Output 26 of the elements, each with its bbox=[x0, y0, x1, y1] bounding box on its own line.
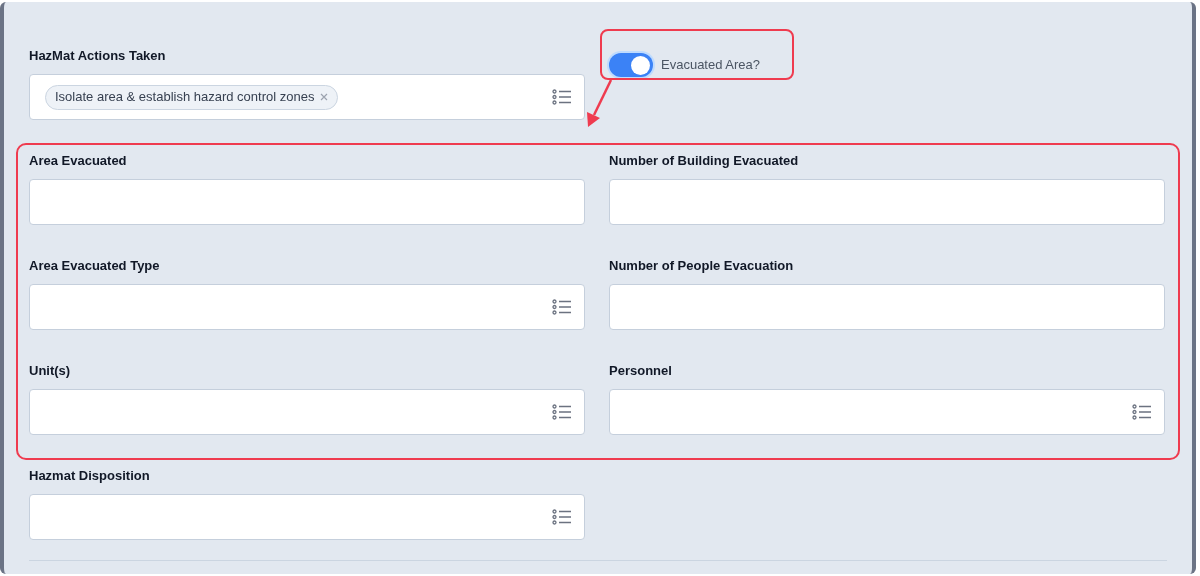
select-field[interactable] bbox=[29, 284, 585, 330]
list-icon[interactable] bbox=[552, 404, 572, 420]
field-label: Number of Building Evacuated bbox=[609, 152, 800, 170]
input-field[interactable] bbox=[29, 179, 585, 225]
toggle-switch[interactable] bbox=[609, 53, 653, 77]
field-label: Hazmat Disposition bbox=[29, 467, 151, 485]
list-icon[interactable] bbox=[552, 509, 572, 525]
list-icon[interactable] bbox=[1132, 404, 1152, 420]
select-field[interactable]: Isolate area & establish hazard control zones bbox=[29, 74, 585, 120]
toggle-label: Evacuated Area? bbox=[661, 56, 761, 75]
select-field[interactable] bbox=[29, 389, 585, 435]
tag-chip[interactable]: Isolate area & establish hazard control zones bbox=[45, 84, 339, 110]
select-field[interactable] bbox=[29, 494, 585, 540]
list-icon[interactable] bbox=[552, 89, 572, 105]
field-label: Personnel bbox=[609, 362, 673, 380]
field-label: Number of People Evacuation bbox=[609, 257, 795, 275]
list-icon[interactable] bbox=[552, 299, 572, 315]
close-icon[interactable] bbox=[320, 93, 329, 101]
field-label: Unit(s) bbox=[29, 362, 72, 380]
input-field[interactable] bbox=[609, 284, 1165, 330]
field-label: Area Evacuated bbox=[29, 152, 128, 170]
field-label: HazMat Actions Taken bbox=[29, 47, 167, 65]
arrow bbox=[584, 79, 614, 129]
input-field[interactable] bbox=[609, 179, 1165, 225]
field-label: Area Evacuated Type bbox=[29, 257, 161, 275]
select-field[interactable] bbox=[609, 389, 1165, 435]
